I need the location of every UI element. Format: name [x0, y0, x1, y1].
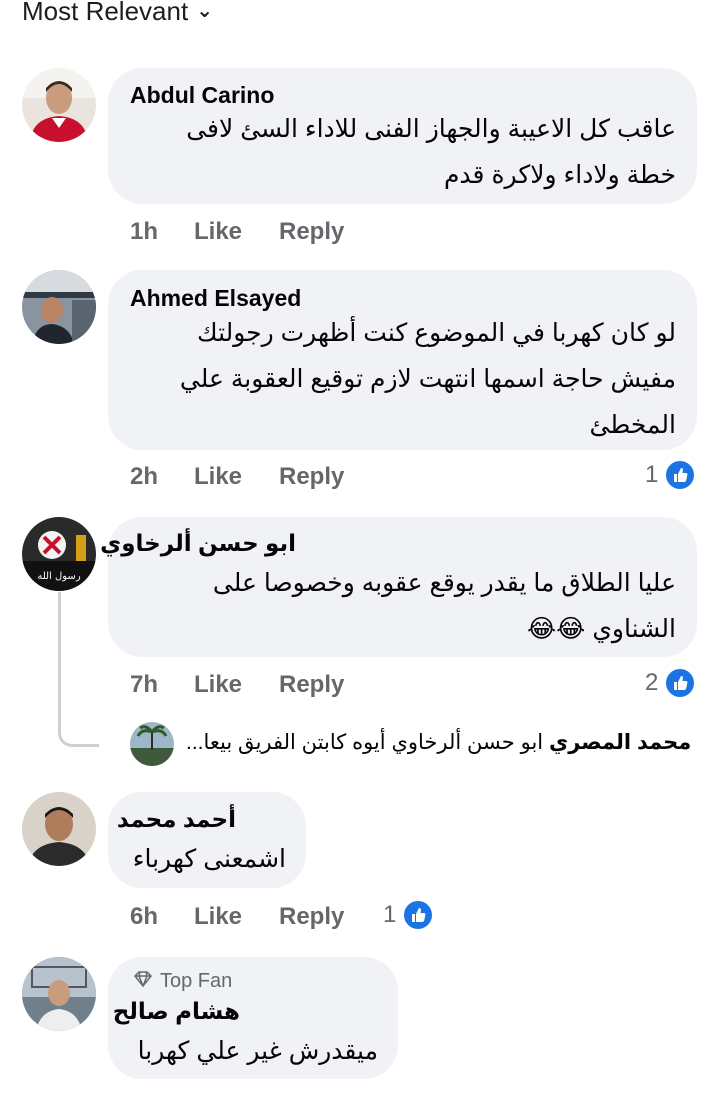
like-button[interactable]: Like [194, 671, 242, 699]
reply-button[interactable]: Reply [279, 903, 344, 931]
laughing-emoji: 😂😂 [526, 615, 586, 643]
avatar[interactable] [22, 957, 96, 1031]
comment-text: عاقب كل الاعيبة والجهاز الفنى للاداء الس… [116, 106, 676, 198]
comment-text: اشمعنى كهرباء [126, 836, 286, 882]
reply-button[interactable]: Reply [279, 671, 344, 699]
diamond-icon [133, 970, 153, 993]
reaction-count[interactable]: 1 [383, 899, 435, 931]
like-button[interactable]: Like [194, 903, 242, 931]
reply-button[interactable]: Reply [279, 463, 344, 491]
reaction-number: 1 [645, 461, 659, 488]
thumbs-up-icon [664, 459, 697, 491]
comment-line: مفيش حاجة اسمها انتهت لازم توقيع العقوبة… [179, 365, 676, 393]
comment-author[interactable]: أحمد محمد [117, 806, 236, 833]
comment-text: عليا الطلاق ما يقدر يوقع عقوبه وخصوصا عل… [116, 560, 676, 652]
comment-line: المخطئ [589, 411, 677, 439]
comment-time[interactable]: 6h [130, 903, 158, 931]
comment-line: اشمعنى كهرباء [132, 845, 286, 873]
top-fan-badge: Top Fan [133, 970, 233, 993]
comment-time[interactable]: 7h [130, 671, 158, 699]
like-button[interactable]: Like [194, 463, 242, 491]
thumbs-up-icon [402, 899, 435, 931]
reply-text: ابو حسن ألرخاوي أيوه كابتن الفريق بيعا..… [186, 731, 544, 754]
avatar[interactable] [22, 792, 96, 866]
reaction-number: 1 [383, 901, 397, 928]
comment-time[interactable]: 1h [130, 218, 158, 246]
comment-line: عليا الطلاق ما يقدر يوقع عقوبه وخصوصا عل… [212, 569, 676, 597]
chevron-down-icon: ⌄ [196, 0, 213, 22]
top-fan-label: Top Fan [160, 970, 233, 992]
comment-text: ميقدرش غير علي كهربا [128, 1028, 378, 1074]
comment-author[interactable]: Abdul Carino [130, 82, 274, 109]
like-button[interactable]: Like [194, 218, 242, 246]
sort-label: Most Relevant [22, 0, 189, 26]
comment-line: خطة ولاداء ولاكرة قدم [443, 161, 676, 189]
comment-author[interactable]: Ahmed Elsayed [130, 285, 301, 312]
reply-preview[interactable]: محمد المصري ابو حسن ألرخاوي أيوه كابتن ا… [186, 730, 691, 755]
thumbs-up-icon [664, 667, 697, 699]
comment-line: لو كان كهربا في الموضوع كنت أظهرت رجولتك [197, 319, 676, 347]
avatar[interactable]: رسول الله [22, 517, 96, 591]
comment-author[interactable]: هشام صالح [113, 998, 240, 1025]
comment-line: عاقب كل الاعيبة والجهاز الفنى للاداء الس… [186, 115, 676, 143]
thread-line [58, 592, 99, 747]
avatar[interactable] [130, 722, 174, 766]
sort-dropdown[interactable]: Most Relevant ⌄ [22, 0, 213, 27]
reaction-number: 2 [645, 669, 659, 696]
avatar[interactable] [22, 68, 96, 142]
comment-text: لو كان كهربا في الموضوع كنت أظهرت رجولتك… [116, 310, 676, 448]
comment-line: الشناوي 😂😂 [116, 606, 676, 652]
comment-line-text: الشناوي [592, 615, 676, 643]
reply-button[interactable]: Reply [279, 218, 344, 246]
avatar[interactable] [22, 270, 96, 344]
reply-author: محمد المصري [548, 731, 692, 754]
reaction-count[interactable]: 1 [645, 459, 697, 491]
svg-text:رسول الله: رسول الله [37, 571, 80, 582]
comment-time[interactable]: 2h [130, 463, 158, 491]
reaction-count[interactable]: 2 [645, 667, 697, 699]
comment-author[interactable]: ابو حسن ألرخاوي [100, 530, 296, 557]
comment-line: ميقدرش غير علي كهربا [137, 1037, 378, 1065]
